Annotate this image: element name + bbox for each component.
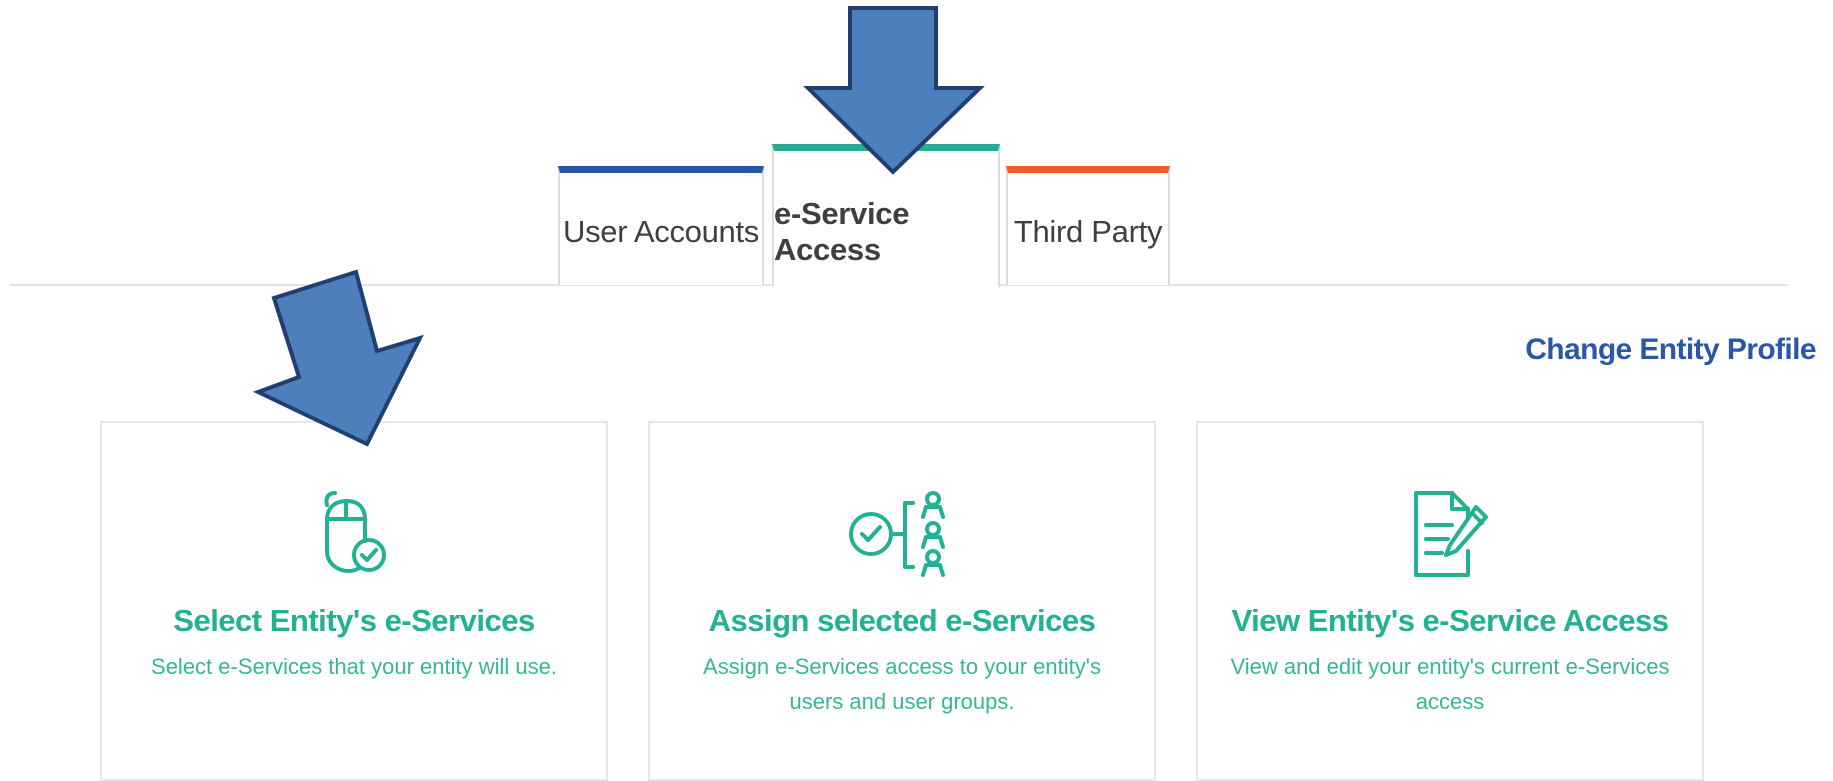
- tab-e-service-access[interactable]: e-Service Access: [772, 144, 1000, 288]
- card-description: Select e-Services that your entity will …: [151, 654, 557, 679]
- assign-users-icon: [849, 491, 945, 577]
- document-edit-icon: [1414, 491, 1488, 577]
- card-title: Select Entity's e-Services: [173, 603, 535, 638]
- card-select-entity-services[interactable]: Select Entity's e-Services Select e-Serv…: [100, 421, 608, 781]
- tab-label: Third Party: [1013, 214, 1163, 249]
- tab-third-party[interactable]: Third Party: [1006, 166, 1170, 285]
- card-description: View and edit your entity's current e-Se…: [1230, 654, 1670, 714]
- change-entity-profile-link[interactable]: Change Entity Profile: [1525, 333, 1816, 367]
- tab-label: User Accounts: [563, 214, 759, 249]
- card-description: Assign e-Services access to your entity'…: [703, 654, 1101, 714]
- card-title: View Entity's e-Service Access: [1231, 603, 1669, 638]
- tab-user-accounts[interactable]: User Accounts: [558, 166, 764, 285]
- card-assign-selected-services[interactable]: Assign selected e-Services Assign e-Serv…: [648, 421, 1156, 781]
- card-title: Assign selected e-Services: [708, 603, 1096, 638]
- tab-label: e-Service Access: [774, 196, 910, 267]
- card-view-entity-access[interactable]: View Entity's e-Service Access View and …: [1196, 421, 1704, 781]
- mouse-check-icon: [324, 491, 386, 573]
